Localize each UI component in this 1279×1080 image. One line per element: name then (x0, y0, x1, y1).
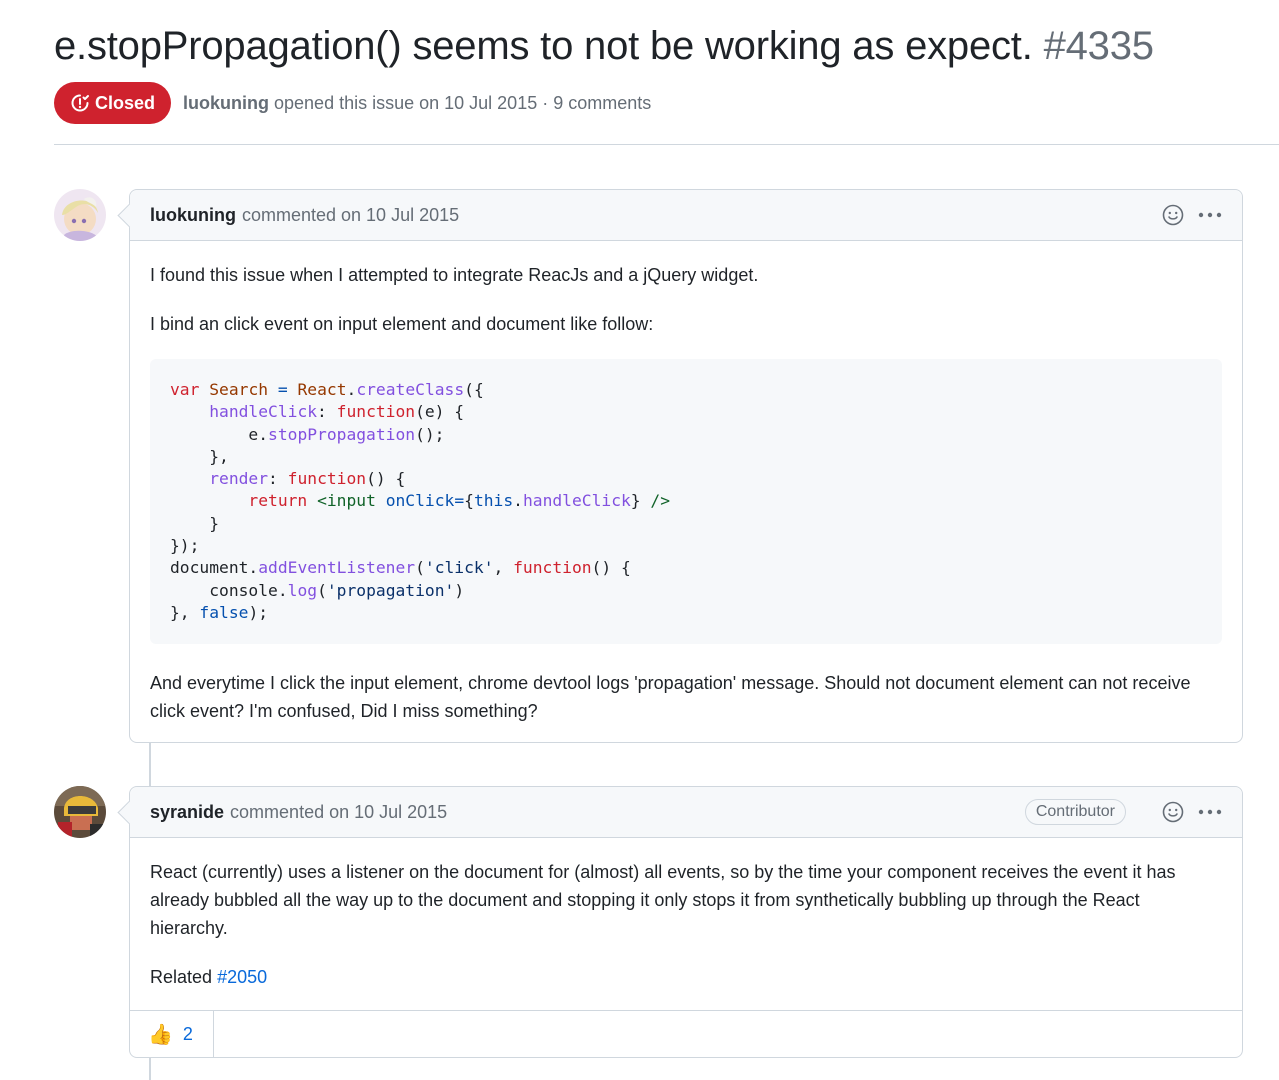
issue-meta: Closed luokuning opened this issue on 10… (54, 82, 651, 124)
smiley-icon (1162, 801, 1184, 823)
issue-author-link[interactable]: luokuning (183, 93, 269, 113)
state-badge: Closed (54, 82, 172, 124)
code-line: render: function() { (209, 469, 406, 489)
code-line: }, (170, 446, 229, 466)
comment-body: React (currently) uses a listener on the… (130, 838, 1242, 1010)
comment-paragraph: React (currently) uses a listener on the… (150, 862, 1176, 938)
issue-title: e.stopPropagation() seems to not be work… (54, 20, 1279, 72)
related-paragraph: Related #2050 (150, 963, 1222, 991)
comment-header: luokuning commented on 10 Jul 2015 (130, 190, 1242, 241)
comment-paragraph: I found this issue when I attempted to i… (150, 265, 759, 285)
comment-author[interactable]: syranide (150, 802, 224, 823)
comment-menu-button[interactable] (1198, 800, 1222, 824)
code-line: var Search = React.createClass({ (170, 380, 484, 399)
kebab-icon (1198, 809, 1222, 815)
issue-opened-text: opened this issue on 10 Jul 2015 · 9 com… (274, 92, 652, 113)
comment-actions (1148, 203, 1222, 227)
comment-body: I found this issue when I attempted to i… (130, 241, 1242, 725)
avatar-luokuning[interactable] (54, 189, 106, 241)
thumbs-up-icon: 👍 (148, 1023, 173, 1046)
comment-timestamp[interactable]: commented on 10 Jul 2015 (242, 205, 459, 226)
reaction-count: 2 (182, 1023, 193, 1044)
code-block: var Search = React.createClass({ handleC… (150, 359, 1222, 645)
kebab-icon (1198, 212, 1222, 218)
add-reaction-button[interactable] (1161, 203, 1185, 227)
issue-closed-icon (71, 94, 89, 112)
comment-actions: Contributor (1024, 799, 1222, 825)
issue-title-text: e.stopPropagation() seems to not be work… (54, 24, 1033, 68)
issue-meta-text: luokuning opened this issue on 10 Jul 20… (183, 93, 651, 114)
code-line: }, false); (170, 602, 269, 622)
anime-avatar-icon (54, 189, 106, 241)
reactions-bar: 👍 2 (130, 1010, 1242, 1057)
code-line: handleClick: function(e) { (209, 402, 465, 422)
comment-menu-button[interactable] (1198, 203, 1222, 227)
code-line: document.addEventListener('click', funct… (170, 558, 631, 578)
comment-2: syranide commented on 10 Jul 2015 Contri… (129, 786, 1243, 1058)
contributor-badge: Contributor (1024, 799, 1126, 825)
code-line: return <input onClick={this.handleClick}… (248, 491, 671, 511)
code-line: console.log('propagation') (170, 580, 465, 600)
comment-1: luokuning commented on 10 Jul 2015 I fou… (129, 189, 1243, 743)
comment-timestamp[interactable]: commented on 10 Jul 2015 (230, 802, 447, 823)
issue-header: e.stopPropagation() seems to not be work… (54, 20, 1279, 124)
comment-paragraph: And everytime I click the input element,… (150, 673, 1191, 722)
comment-paragraph: I bind an click event on input element a… (150, 314, 654, 334)
smiley-icon (1162, 204, 1184, 226)
thumbs-up-reaction[interactable]: 👍 2 (130, 1011, 214, 1057)
helmet-avatar-icon (54, 786, 106, 838)
issue-number: #4335 (1043, 24, 1154, 68)
state-label: Closed (95, 92, 156, 113)
avatar-syranide[interactable] (54, 786, 106, 838)
related-label: Related (150, 967, 213, 987)
comment-author[interactable]: luokuning (150, 205, 236, 226)
code-line: }); (170, 536, 200, 556)
add-reaction-button[interactable] (1161, 800, 1185, 824)
header-divider (54, 144, 1279, 145)
code-line: e.stopPropagation(); (170, 424, 445, 444)
comment-header: syranide commented on 10 Jul 2015 Contri… (130, 787, 1242, 838)
code-line: } (170, 513, 220, 533)
related-issue-link[interactable]: #2050 (217, 967, 267, 987)
